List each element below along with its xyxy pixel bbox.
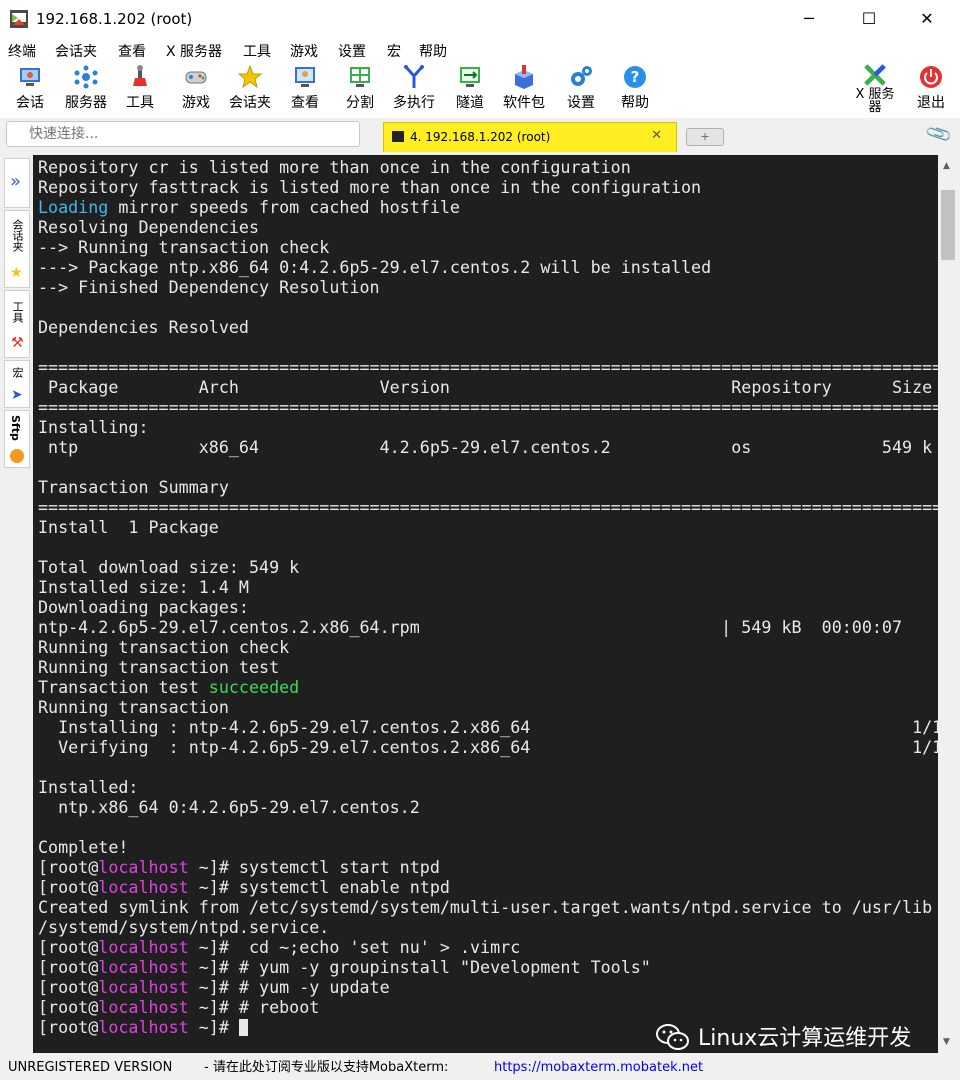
sftp-icon <box>10 449 24 463</box>
toolbar-servers-button[interactable]: 服务器 <box>60 64 112 112</box>
watermark-text: Linux云计算运维开发 <box>698 1026 912 1051</box>
toolbar-session-button[interactable]: 会话 <box>12 64 48 112</box>
toolbar-help-button[interactable]: ? 帮助 <box>618 64 652 112</box>
toolbar-exit-button[interactable]: 退出 <box>914 64 948 112</box>
terminal-tab-icon <box>392 131 404 142</box>
menu-view[interactable]: 查看 <box>118 41 146 61</box>
sidebar-sftp-label: Sftp <box>9 415 22 441</box>
tab-label: 4. 192.168.1.202 (root) <box>410 130 551 144</box>
tunnel-icon <box>460 67 480 87</box>
toolbar-multiexec-button[interactable]: 多执行 <box>390 64 438 112</box>
sidebar-item-sftp[interactable]: Sftp <box>4 410 30 468</box>
scroll-up-icon[interactable]: ▲ <box>943 161 950 171</box>
quick-connect-input[interactable] <box>6 121 360 147</box>
title-bar: 192.168.1.202 (root) ─ ☐ ✕ <box>0 0 960 38</box>
games-icon <box>185 71 207 84</box>
sidebar-item-macros[interactable]: 宏 ➤ <box>4 360 30 408</box>
terminal-text: Repository cr is listed more than once i… <box>38 157 938 1037</box>
toolbar-tools-button[interactable]: 工具 <box>124 64 156 112</box>
multiexec-icon <box>404 65 424 88</box>
settings-icon <box>571 66 592 86</box>
toolbar-split-button[interactable]: 分割 <box>343 64 377 112</box>
scrollbar-thumb[interactable] <box>941 190 955 260</box>
menu-tools[interactable]: 工具 <box>243 41 271 61</box>
sidebar-tools-label: 工具 <box>11 301 24 323</box>
maximize-button[interactable]: ☐ <box>846 4 892 34</box>
macro-icon: ➤ <box>11 387 23 403</box>
minimize-button[interactable]: ─ <box>786 4 832 34</box>
menu-help[interactable]: 帮助 <box>419 41 447 61</box>
svg-text:?: ? <box>631 68 640 86</box>
packages-icon <box>515 65 533 89</box>
new-tab-button[interactable]: + <box>686 128 724 146</box>
sidebar-favorites-label: 会话夹 <box>11 219 24 252</box>
toolbar-tunnel-button[interactable]: 隧道 <box>453 64 487 112</box>
attachment-icon[interactable]: 📎 <box>924 120 954 149</box>
toolbar: 会话 服务器 工具 游戏 会话夹 查看 分割 多执行 隧道 软件包 设置 ? 帮… <box>0 62 960 118</box>
mobaxterm-link[interactable]: https://mobaxterm.mobatek.net <box>494 1055 703 1080</box>
unregistered-label: UNREGISTERED VERSION <box>8 1060 173 1075</box>
xserver-icon <box>864 64 886 86</box>
menu-settings[interactable]: 设置 <box>338 41 366 61</box>
left-sidebar: » 会话夹 ★ 工具 ⚒ 宏 ➤ Sftp <box>4 158 30 468</box>
scroll-down-icon[interactable]: ▼ <box>943 1037 950 1047</box>
terminal-output[interactable]: Repository cr is listed more than once i… <box>33 155 938 1053</box>
chevron-right-icon: » <box>10 171 22 192</box>
status-bar: UNREGISTERED VERSION - 请在此处订阅专业版以支持MobaX… <box>0 1055 960 1080</box>
toolbar-packages-button[interactable]: 软件包 <box>502 64 546 112</box>
sidebar-macros-label: 宏 <box>11 367 24 378</box>
menu-terminal[interactable]: 终端 <box>8 41 36 61</box>
toolbar-settings-button[interactable]: 设置 <box>564 64 598 112</box>
wechat-icon <box>656 1024 689 1050</box>
star-icon <box>237 64 263 89</box>
window-title: 192.168.1.202 (root) <box>36 10 193 28</box>
menu-macros[interactable]: 宏 <box>387 41 401 61</box>
sidebar-item-favorites[interactable]: 会话夹 ★ <box>4 210 30 288</box>
tab-session-4[interactable]: 4. 192.168.1.202 (root) ✕ <box>383 122 677 152</box>
menu-games[interactable]: 游戏 <box>290 41 318 61</box>
power-icon <box>920 66 942 88</box>
tab-close-icon[interactable]: ✕ <box>651 128 662 143</box>
sidebar-toggle-button[interactable]: » <box>4 158 30 208</box>
toolbar-games-button[interactable]: 游戏 <box>178 64 214 112</box>
menu-sessions[interactable]: 会话夹 <box>55 41 97 61</box>
tab-bar: 4. 192.168.1.202 (root) ✕ + 📎 <box>0 118 960 152</box>
toolbar-favorites-button[interactable]: 会话夹 <box>226 64 274 112</box>
tools-icon: ⚒ <box>11 335 24 351</box>
mobaxterm-logo-icon <box>10 10 28 28</box>
star-icon: ★ <box>10 265 23 281</box>
servers-icon <box>74 65 98 89</box>
view-icon <box>295 67 315 87</box>
toolbar-view-button[interactable]: 查看 <box>288 64 322 112</box>
menu-xserver[interactable]: X 服务器 <box>166 41 222 61</box>
split-icon <box>350 67 370 87</box>
toolbar-xserver-button[interactable]: X 服务器 <box>852 64 898 114</box>
status-message: - 请在此处订阅专业版以支持MobaXterm: <box>204 1060 449 1075</box>
session-icon <box>20 68 40 86</box>
close-button[interactable]: ✕ <box>904 4 950 34</box>
tools-icon <box>133 65 147 86</box>
menu-bar: 终端 会话夹 查看 X 服务器 工具 游戏 设置 宏 帮助 <box>0 38 960 62</box>
sidebar-item-tools[interactable]: 工具 ⚒ <box>4 290 30 358</box>
terminal-scrollbar[interactable]: ▲ ▼ <box>938 155 958 1053</box>
help-icon: ? <box>624 66 646 88</box>
